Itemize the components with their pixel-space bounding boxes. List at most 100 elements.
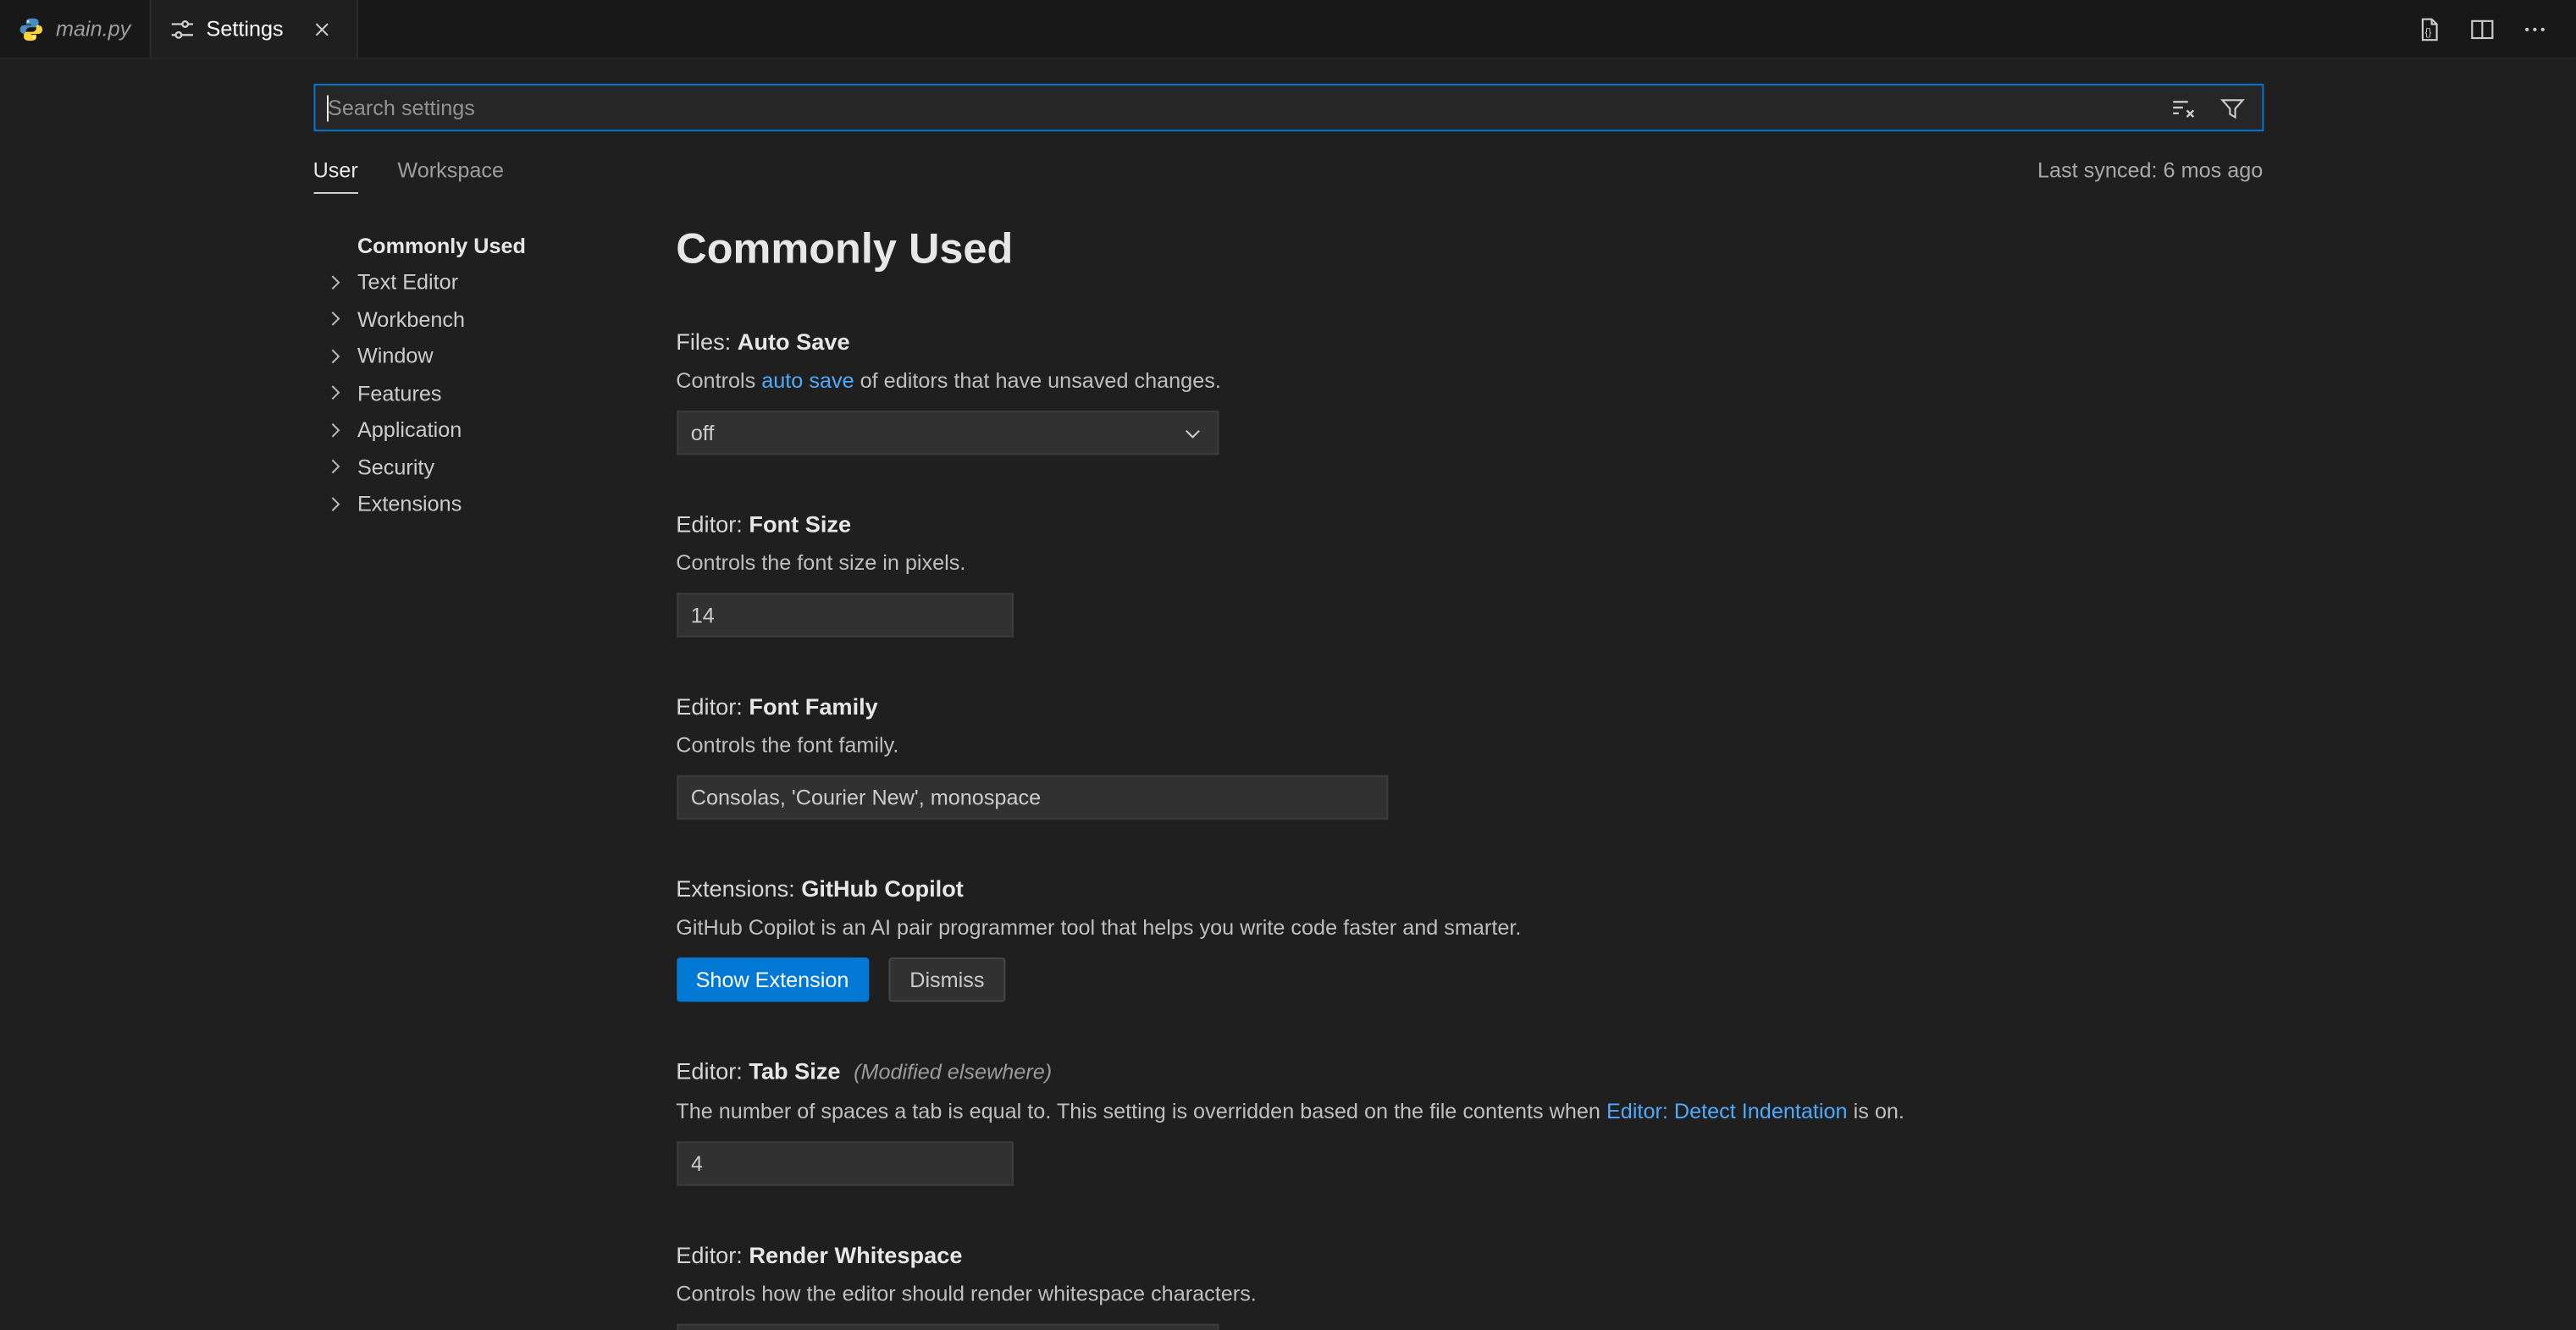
settings-scope-row: User Workspace Last synced: 6 mos ago (313, 148, 2264, 194)
settings-toc: Commonly Used Text Editor Workbench Wind… (313, 210, 677, 522)
auto-save-link[interactable]: auto save (761, 368, 854, 393)
settings-search-box[interactable] (313, 84, 2264, 131)
setting-category: Extensions: (676, 875, 801, 902)
setting-description: Controls the font size in pixels. (676, 547, 2263, 578)
description-text: Controls the font family. (676, 732, 898, 757)
toc-label: Security (357, 455, 434, 479)
setting-name: GitHub Copilot (801, 875, 964, 902)
setting-category: Files: (676, 328, 737, 355)
page-title: Commonly Used (676, 224, 2263, 273)
toc-label: Extensions (357, 492, 462, 516)
close-icon[interactable] (305, 13, 338, 46)
split-editor-icon[interactable] (2464, 11, 2501, 47)
svg-text:{}: {} (2425, 26, 2432, 37)
toc-item-workbench[interactable]: Workbench (313, 301, 677, 338)
auto-save-select[interactable]: off (676, 411, 1218, 455)
setting-category: Editor: (676, 510, 749, 537)
setting-control: off (676, 411, 2263, 455)
setting-title: Editor: Render Whitespace (676, 1239, 2263, 1272)
setting-category: Editor: (676, 693, 749, 720)
setting-name: Render Whitespace (749, 1242, 962, 1268)
toc-item-application[interactable]: Application (313, 411, 677, 449)
setting-description: Controls auto save of editors that have … (676, 365, 2263, 396)
setting-title: Files: Auto Save (676, 325, 2263, 358)
tab-label: Settings (207, 16, 284, 41)
editor-actions: {} (2412, 0, 2576, 58)
chevron-right-icon (321, 454, 347, 480)
setting-editor-font-size: Editor: Font Size Controls the font size… (676, 507, 2263, 637)
setting-description: Controls how the editor should render wh… (676, 1278, 2263, 1309)
selected-value: off (691, 421, 715, 445)
setting-name: Tab Size (749, 1057, 840, 1084)
toc-item-extensions[interactable]: Extensions (313, 485, 677, 522)
chevron-right-icon (321, 269, 347, 295)
description-text: of editors that have unsaved changes. (854, 368, 1221, 393)
setting-control (676, 1324, 2263, 1330)
filter-funnel-icon[interactable] (2214, 90, 2250, 126)
setting-files-auto-save: Files: Auto Save Controls auto save of e… (676, 325, 2263, 455)
show-extension-button[interactable]: Show Extension (676, 957, 868, 1002)
toc-label: Commonly Used (357, 233, 526, 257)
vscode-settings-window: main.py Settings (0, 0, 2576, 1330)
setting-control (676, 775, 2263, 820)
python-icon (18, 15, 44, 41)
detect-indentation-link[interactable]: Editor: Detect Indentation (1606, 1099, 1848, 1123)
clear-filters-icon[interactable] (2164, 90, 2201, 126)
toc-label: Window (357, 344, 434, 368)
settings-body: Commonly Used Text Editor Workbench Wind… (313, 210, 2264, 1330)
editor-tab-bar: main.py Settings (0, 0, 2576, 59)
search-actions (2164, 90, 2261, 126)
dismiss-button[interactable]: Dismiss (888, 957, 1006, 1002)
last-synced-label: Last synced: 6 mos ago (2037, 157, 2263, 194)
chevron-right-icon (321, 417, 347, 443)
toc-label: Application (357, 417, 462, 442)
scope-tab-user[interactable]: User (313, 152, 358, 194)
settings-sliders-icon (169, 15, 195, 41)
setting-editor-font-family: Editor: Font Family Controls the font fa… (676, 690, 2263, 820)
modified-elsewhere-note: (Modified elsewhere) (854, 1059, 1052, 1084)
description-text: GitHub Copilot is an AI pair programmer … (676, 915, 1521, 940)
toc-label: Workbench (357, 306, 465, 331)
scope-tab-workspace[interactable]: Workspace (397, 152, 504, 194)
font-family-input[interactable] (676, 775, 1387, 820)
more-actions-icon[interactable] (2517, 11, 2553, 47)
tab-settings[interactable]: Settings (151, 0, 357, 58)
render-whitespace-select[interactable] (676, 1324, 1218, 1330)
toc-item-window[interactable]: Window (313, 338, 677, 375)
font-size-input[interactable] (676, 593, 1013, 637)
description-text: Controls (676, 368, 761, 393)
setting-category: Editor: (676, 1242, 749, 1268)
open-settings-json-icon[interactable]: {} (2412, 11, 2448, 47)
chevron-down-icon (1180, 422, 1203, 444)
description-text: The number of spaces a tab is equal to. … (676, 1099, 1606, 1123)
spacer (321, 232, 347, 258)
setting-description: Controls the font family. (676, 729, 2263, 760)
description-text: Controls the font size in pixels. (676, 550, 965, 575)
toc-label: Text Editor (357, 270, 458, 295)
settings-search-row (313, 84, 2264, 131)
toc-item-text-editor[interactable]: Text Editor (313, 263, 677, 301)
setting-title: Editor: Tab Size (Modified elsewhere) (676, 1054, 2263, 1089)
toc-item-security[interactable]: Security (313, 449, 677, 486)
setting-title: Editor: Font Size (676, 507, 2263, 540)
setting-title: Editor: Font Family (676, 690, 2263, 723)
setting-category: Editor: (676, 1057, 749, 1084)
toc-label: Features (357, 381, 442, 406)
tab-size-input[interactable] (676, 1141, 1013, 1185)
setting-control (676, 1141, 2263, 1185)
setting-description: The number of spaces a tab is equal to. … (676, 1095, 2263, 1127)
tab-label: main.py (56, 16, 130, 41)
setting-editor-tab-size: Editor: Tab Size (Modified elsewhere) The… (676, 1054, 2263, 1185)
description-text: Controls how the editor should render wh… (676, 1281, 1257, 1305)
toc-item-commonly-used[interactable]: Commonly Used (313, 227, 677, 264)
search-settings-input[interactable] (315, 86, 2164, 130)
setting-name: Font Size (749, 510, 851, 537)
setting-editor-render-whitespace: Editor: Render Whitespace Controls how t… (676, 1239, 2263, 1330)
settings-list: Commonly Used Files: Auto Save Controls … (676, 210, 2263, 1330)
toc-item-features[interactable]: Features (313, 374, 677, 411)
chevron-right-icon (321, 491, 347, 517)
tab-main-py[interactable]: main.py (0, 0, 151, 58)
description-text: is on. (1848, 1099, 1904, 1123)
setting-title: Extensions: GitHub Copilot (676, 872, 2263, 905)
setting-name: Font Family (749, 693, 877, 720)
